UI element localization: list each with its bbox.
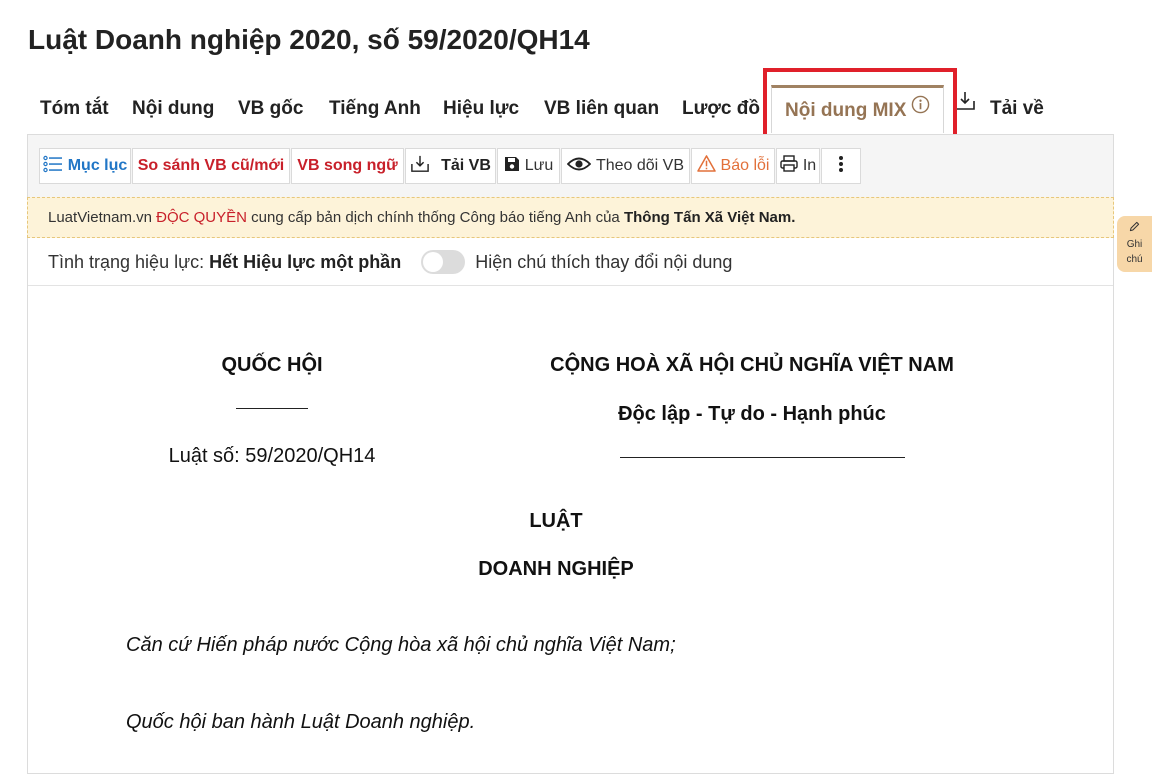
doc-type: LUẬT [529,510,583,532]
tab-vb-lien-quan[interactable]: VB liên quan [544,86,659,132]
print-label: In [802,157,817,174]
download-icon [954,83,976,129]
toggle-label: Hiện chú thích thay đổi nội dung [475,251,733,272]
content-panel: Mục lục So sánh VB cũ/mới VB song ngữ Tả… [27,134,1114,774]
issuer-underline [236,408,308,409]
tab-noi-dung[interactable]: Nội dung [132,86,214,132]
document-body: QUỐC HỘI Luật số: 59/2020/QH14 CỘNG HOÀ … [28,285,1113,775]
exclusive-banner: LuatVietnam.vn ĐỘC QUYỀN cung cấp bản dị… [27,197,1114,238]
download-doc-label: Tải VB [441,157,491,174]
status-row: Tình trạng hiệu lực: Hết Hiệu lực một ph… [28,239,1113,286]
tab-noi-dung-mix[interactable]: Nội dung MIX [771,85,945,133]
warning-icon [696,155,716,177]
bilingual-button[interactable]: VB song ngữ [291,148,404,184]
pencil-icon [1129,221,1140,237]
doc-motto: Độc lập - Tự do - Hạnh phúc [618,403,886,425]
tab-noi-dung-mix-label: Nội dung MIX [785,100,907,121]
table-of-contents-label: Mục lục [67,157,128,174]
tab-vb-goc[interactable]: VB gốc [238,86,303,132]
status-label: Tình trạng hiệu lực: [48,251,205,272]
download-doc-button[interactable]: Tải VB [405,148,496,184]
notes-line-2: chú [1126,254,1143,265]
page-title: Luật Doanh nghiệp 2020, số 59/2020/QH14 [28,24,590,55]
notes-line-1: Ghi [1126,239,1143,250]
doc-number: Luật số: 59/2020/QH14 [168,445,376,467]
tab-tai-ve[interactable]: Tải về [954,86,1044,132]
preamble-constitution: Căn cứ Hiến pháp nước Cộng hòa xã hội ch… [126,634,676,656]
report-error-button[interactable]: Báo lỗi [691,148,775,184]
eye-icon [566,156,592,177]
banner-exclusive: ĐỘC QUYỀN [156,209,247,226]
tab-tom-tat[interactable]: Tóm tắt [40,86,109,132]
floppy-disk-icon [504,156,520,177]
tab-tai-ve-label: Tải về [990,98,1044,119]
preamble-promulgation: Quốc hội ban hành Luật Doanh nghiệp. [126,711,476,733]
compare-versions-button[interactable]: So sánh VB cũ/mới [132,148,290,184]
tab-tieng-anh[interactable]: Tiếng Anh [329,86,421,132]
more-options-button[interactable] [821,148,861,184]
doc-name: DOANH NGHIỆP [478,558,634,580]
printer-icon [780,155,798,177]
more-vertical-icon [838,155,844,178]
tab-bar: Tóm tắt Nội dung VB gốc Tiếng Anh Hiệu l… [28,85,1128,134]
save-label: Lưu [524,157,554,174]
save-button[interactable]: Lưu [497,148,560,184]
motto-underline [620,457,905,458]
toggle-knob [423,252,444,272]
doc-country: CỘNG HOÀ XÃ HỘI CHỦ NGHĨA VIỆT NAM [550,354,954,376]
notes-side-tab[interactable]: Ghi chú [1117,216,1152,272]
doc-issuer: QUỐC HỘI [221,354,323,376]
print-button[interactable]: In [776,148,820,184]
banner-agency: Thông Tấn Xã Việt Nam. [623,209,796,226]
tab-luoc-do[interactable]: Lược đồ [682,86,760,132]
info-icon [911,86,930,132]
change-notes-toggle[interactable] [421,250,466,274]
banner-middle: cung cấp bản dịch chính thống Công báo t… [251,209,620,226]
banner-site: LuatVietnam.vn [48,209,152,226]
follow-doc-button[interactable]: Theo dõi VB [561,148,690,184]
tab-hieu-luc[interactable]: Hiệu lực [443,86,519,132]
report-error-label: Báo lỗi [720,157,770,174]
download-icon [410,155,430,178]
follow-doc-label: Theo dõi VB [595,157,685,174]
toolbar: Mục lục So sánh VB cũ/mới VB song ngữ Tả… [28,135,1113,198]
list-icon [43,155,63,178]
status-value: Hết Hiệu lực một phần [209,251,402,272]
table-of-contents-button[interactable]: Mục lục [39,148,131,184]
